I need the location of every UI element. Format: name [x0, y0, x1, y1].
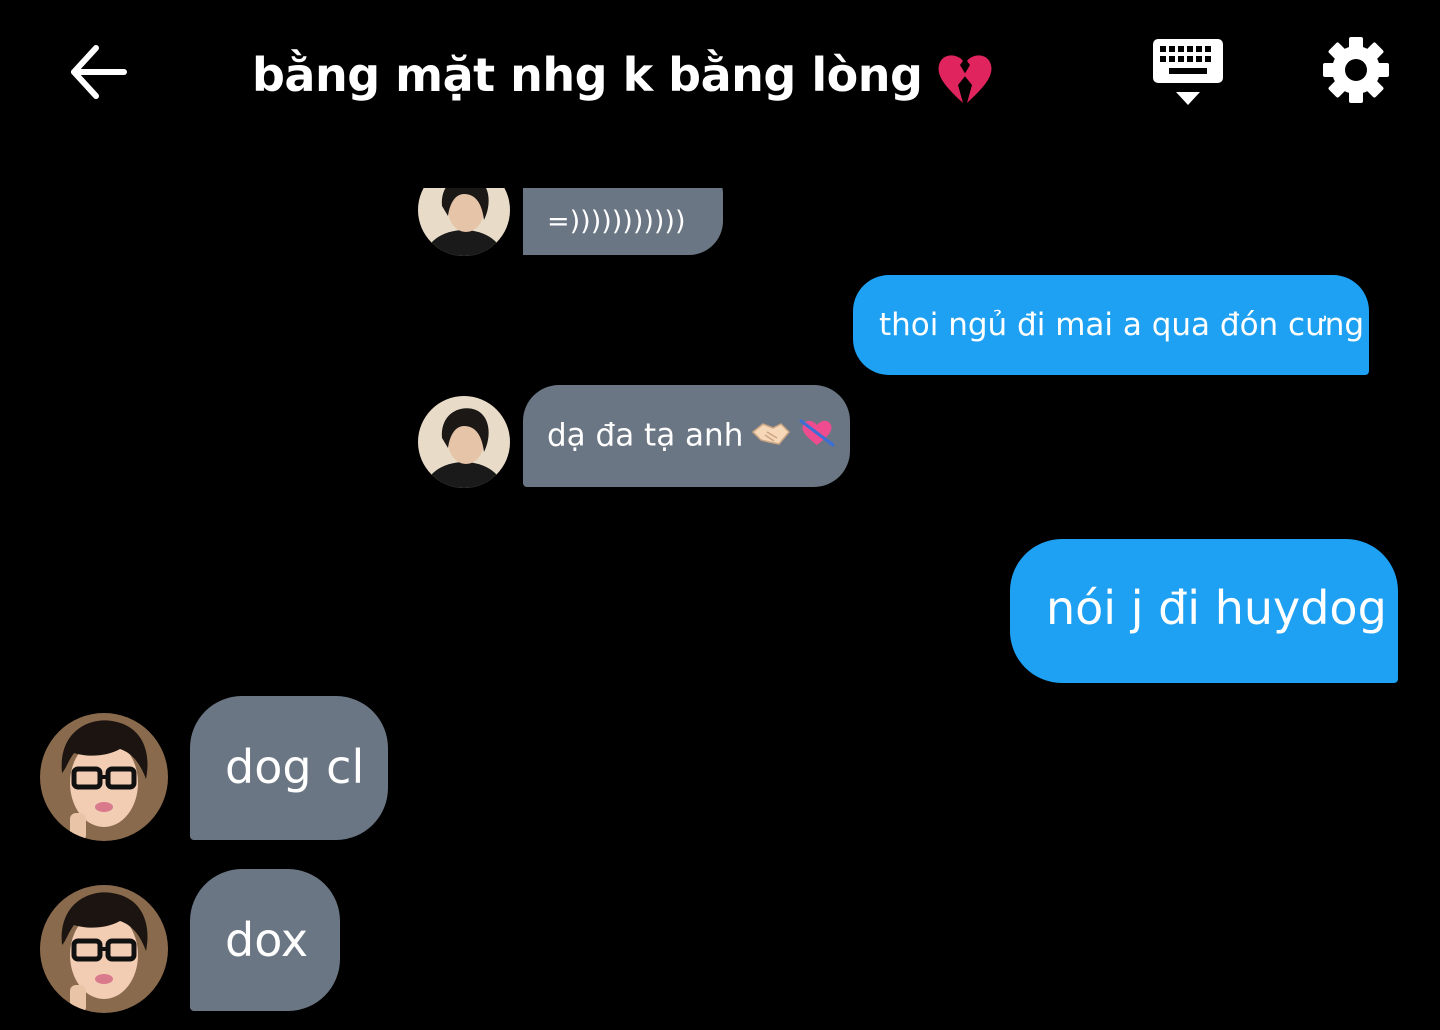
message-list[interactable]: =))))))))))) thoi ngủ đi mai a qua đón c… — [0, 140, 1440, 1030]
broken-heart-emoji — [936, 51, 994, 107]
avatar-contact-1 — [418, 396, 510, 488]
message-bubble-incoming[interactable]: dox — [190, 869, 340, 1011]
message-text: nói j đi huydog — [1046, 581, 1387, 635]
avatar[interactable] — [40, 713, 168, 841]
message-text: thoi ngủ đi mai a qua đón cưng — [879, 307, 1365, 343]
message-text: =))))))))))) — [547, 206, 686, 237]
message-text: dox — [225, 913, 309, 967]
scroll-clip-edge — [0, 140, 1440, 188]
arrow-left-icon — [71, 45, 127, 99]
handshake-emoji — [751, 418, 791, 456]
message-text: dog cl — [225, 740, 365, 794]
message-bubble-incoming[interactable]: dog cl — [190, 696, 388, 840]
message-bubble-outgoing[interactable]: thoi ngủ đi mai a qua đón cưng — [853, 275, 1369, 375]
chat-title-text: bằng mặt nhg k bằng lòng — [252, 48, 923, 102]
back-button[interactable] — [62, 36, 134, 108]
settings-button[interactable] — [1318, 32, 1394, 108]
message-bubble-incoming[interactable]: dạ đa tạ anh — [523, 385, 850, 487]
gear-icon — [1323, 37, 1389, 103]
chat-title: bằng mặt nhg k bằng lòng — [252, 40, 994, 110]
avatar-contact-2 — [40, 885, 168, 1013]
message-bubble-outgoing[interactable]: nói j đi huydog — [1010, 539, 1398, 683]
chat-header: bằng mặt nhg k bằng lòng — [0, 0, 1440, 140]
heart-with-arrow-emoji — [799, 417, 835, 457]
avatar-contact-2 — [40, 713, 168, 841]
avatar[interactable] — [418, 396, 510, 488]
avatar[interactable] — [40, 885, 168, 1013]
keyboard-icon — [1153, 39, 1223, 105]
message-text: dạ đa tạ anh — [547, 417, 744, 454]
chat-screen: bằng mặt nhg k bằng lòng =))))))))))) th… — [0, 0, 1440, 1030]
keyboard-button[interactable] — [1150, 34, 1226, 110]
